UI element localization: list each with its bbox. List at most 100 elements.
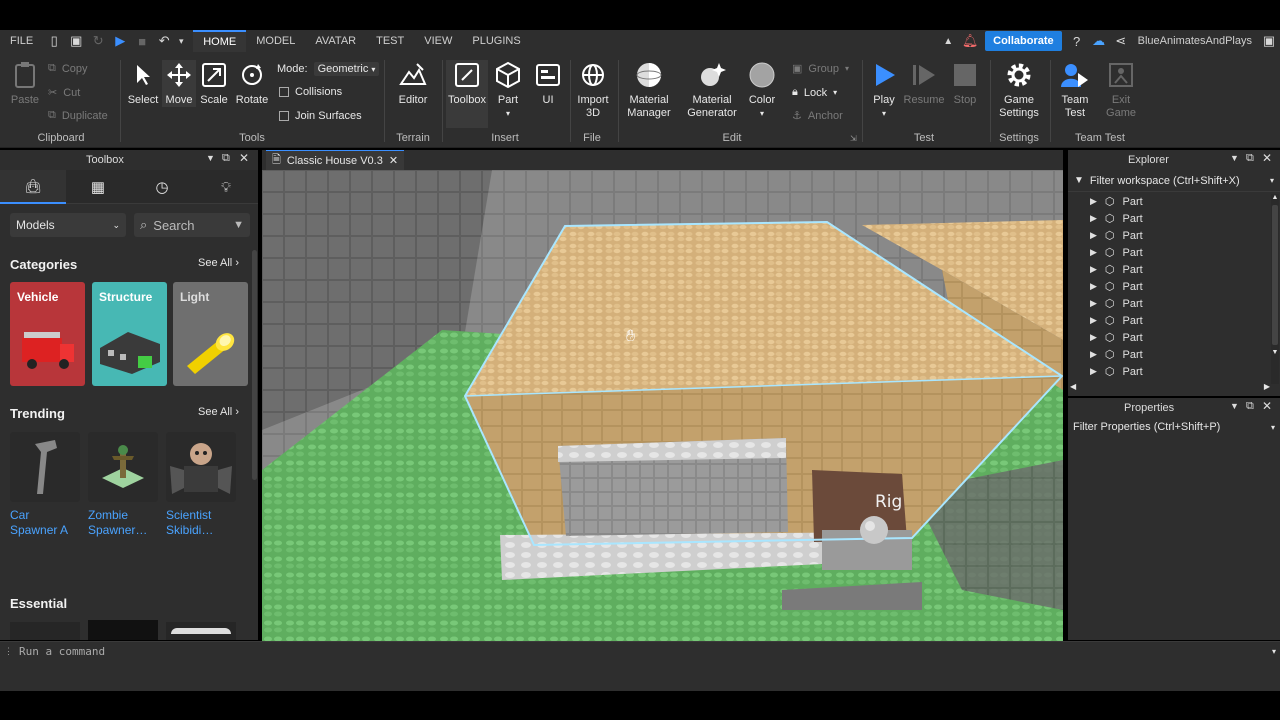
tree-item[interactable]: ▶ ⬡ Part [1090, 210, 1143, 227]
anchor-button[interactable]: ⚓︎ Anchor [792, 109, 843, 123]
tree-item[interactable]: ▶ ⬡ Part [1090, 363, 1143, 380]
chevron-down-icon[interactable]: ▼ [1230, 401, 1239, 411]
resume-button[interactable]: Resume [904, 60, 944, 107]
category-structure[interactable]: Structure [92, 282, 167, 386]
move-button[interactable]: Move [162, 60, 196, 107]
tree-item[interactable]: ▶ ⬡ Part [1090, 329, 1143, 346]
select-button[interactable]: Select [128, 60, 158, 107]
undock-icon[interactable]: ⧉ [1246, 400, 1254, 413]
file-menu[interactable]: FILE [0, 30, 43, 52]
chevron-down-icon[interactable]: ▼ [206, 153, 215, 163]
game-settings-button[interactable]: Game Settings [996, 60, 1042, 120]
tab-view[interactable]: VIEW [414, 30, 462, 52]
duplicate-button[interactable]: ⧉ Duplicate [48, 109, 108, 122]
tab-inventory[interactable]: 👜︎ [0, 170, 66, 204]
material-manager-button[interactable]: Material Manager [626, 60, 672, 120]
play-icon[interactable]: ▶ [109, 30, 131, 52]
undock-icon[interactable]: ⧉ [222, 152, 230, 165]
share-icon[interactable]: ⋖ [1110, 30, 1132, 52]
chevron-down-icon[interactable]: ▼ [1230, 153, 1239, 163]
expand-icon[interactable]: ⇲ [850, 134, 857, 143]
3d-viewport[interactable]: Rig ✋︎ [262, 170, 1063, 641]
scrollbar[interactable]: ▲ ▼ [1271, 194, 1279, 384]
models-dropdown[interactable]: Models ⌄ [10, 213, 126, 237]
category-vehicle[interactable]: Vehicle [10, 282, 85, 386]
rotate-button[interactable]: Rotate [234, 60, 270, 107]
horizontal-scrollbar[interactable]: ◀ ▶ [1070, 382, 1270, 392]
import-3d-button[interactable]: Import 3D [574, 60, 612, 120]
see-all-categories[interactable]: See All › [198, 257, 239, 269]
search-input[interactable]: ⌕ Search ▼ [134, 213, 250, 237]
part-button[interactable]: Part ▾ [494, 60, 522, 120]
paste-button[interactable]: Paste [10, 60, 40, 107]
play-button[interactable]: Play ▾ [868, 60, 900, 120]
stop-icon[interactable]: ■ [131, 30, 153, 52]
trending-item[interactable]: Car Spawner A [10, 432, 82, 538]
essential-item[interactable] [10, 622, 80, 640]
see-all-trending[interactable]: See All › [198, 406, 239, 418]
essential-item[interactable] [166, 622, 236, 640]
lock-button[interactable]: 🔒︎ Lock ▾ [792, 86, 837, 99]
properties-filter-input[interactable]: Filter Properties (Ctrl+Shift+P) ▾ [1068, 418, 1280, 436]
copy-button[interactable]: ⧉ Copy [48, 62, 88, 75]
tree-item[interactable]: ▶ ⬡ Part [1090, 312, 1143, 329]
chevron-up-icon[interactable]: ▲ [937, 30, 959, 52]
scale-button[interactable]: Scale [199, 60, 229, 107]
group-button[interactable]: ▣ Group ▾ [792, 62, 849, 76]
document-tab[interactable]: 🗎︎ Classic House V0.3 ✕ [266, 150, 405, 170]
username[interactable]: BlueAnimatesAndPlays [1132, 30, 1258, 52]
tab-home[interactable]: HOME [193, 30, 247, 52]
toolbox-button[interactable]: Toolbox [446, 60, 488, 128]
explorer-filter-input[interactable]: ▼ Filter workspace (Ctrl+Shift+X) ▾ [1068, 170, 1280, 192]
filter-icon[interactable]: ▼ [233, 219, 244, 231]
tab-model[interactable]: MODEL [246, 30, 305, 52]
collisions-toggle[interactable]: Collisions [279, 86, 342, 98]
command-bar[interactable]: ⋮ Run a command ▾ [0, 641, 1280, 661]
trending-item[interactable]: Scientist Skibidi… [166, 432, 238, 538]
tab-avatar[interactable]: AVATAR [305, 30, 366, 52]
tab-marketplace[interactable]: ▦ [66, 170, 130, 204]
notification-icon[interactable]: 🔔︎ [959, 30, 981, 52]
essential-item[interactable] [88, 620, 158, 640]
tree-item[interactable]: ▶ ⬡ Part [1090, 278, 1143, 295]
team-test-button[interactable]: Team Test [1058, 60, 1092, 120]
close-icon[interactable]: ✕ [1262, 399, 1272, 413]
category-light[interactable]: Light [173, 282, 248, 386]
redo-icon[interactable]: ↻ [87, 30, 109, 52]
trending-item[interactable]: Zombie Spawner… [88, 432, 160, 538]
ui-button[interactable]: UI [534, 60, 562, 107]
chevron-down-icon[interactable]: ▾ [1272, 647, 1276, 656]
tree-item[interactable]: ▶ ⬡ Part [1090, 346, 1143, 363]
material-generator-button[interactable]: Material Generator [686, 60, 738, 120]
tree-item[interactable]: ▶ ⬡ Part [1090, 295, 1143, 312]
tree-item[interactable]: ▶ ⬡ Part [1090, 227, 1143, 244]
tab-creations[interactable]: 💡︎ [194, 170, 258, 204]
cloud-icon[interactable]: ☁ [1088, 30, 1110, 52]
tree-item[interactable]: ▶ ⬡ Part [1090, 244, 1143, 261]
tab-plugins[interactable]: PLUGINS [462, 30, 530, 52]
mode-dropdown[interactable]: Geometric ▾ [313, 62, 380, 76]
help-icon[interactable]: ? [1066, 30, 1088, 52]
command-input[interactable]: Run a command [19, 645, 1266, 658]
terrain-editor-button[interactable]: Editor [394, 60, 432, 107]
join-surfaces-toggle[interactable]: Join Surfaces [279, 110, 362, 122]
save-icon[interactable]: ▣ [65, 30, 87, 52]
cut-button[interactable]: ✂ Cut [48, 86, 80, 100]
color-button[interactable]: Color ▾ [746, 60, 778, 120]
close-icon[interactable]: ✕ [389, 154, 398, 167]
undock-icon[interactable]: ⧉ [1246, 152, 1254, 165]
tab-test[interactable]: TEST [366, 30, 414, 52]
stop-button[interactable]: Stop [950, 60, 980, 107]
avatar-icon[interactable]: ▣ [1258, 30, 1280, 52]
tree-item[interactable]: ▶ ⬡ Part [1090, 261, 1143, 278]
tree-item[interactable]: ▶ ⬡ Part [1090, 193, 1143, 210]
close-icon[interactable]: ✕ [239, 151, 249, 165]
close-icon[interactable]: ✕ [1262, 151, 1272, 165]
scrollbar[interactable] [252, 250, 257, 480]
exit-game-button[interactable]: Exit Game [1104, 60, 1138, 120]
collaborate-button[interactable]: Collaborate [985, 31, 1062, 51]
tab-recent[interactable]: ◷ [130, 170, 194, 204]
chevron-down-icon[interactable]: ▾ [175, 30, 187, 52]
undo-icon[interactable]: ↶ [153, 30, 175, 52]
new-file-icon[interactable]: ▯ [43, 30, 65, 52]
